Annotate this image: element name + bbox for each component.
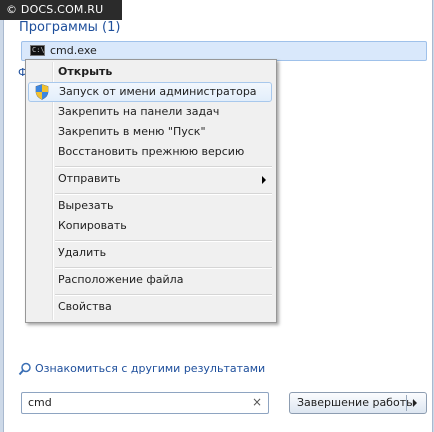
menu-item-label: Отправить [58,172,121,185]
watermark: © DOCS.COM.RU [0,0,122,20]
menu-item-open[interactable]: Открыть [28,62,272,82]
menu-item-pin-taskbar[interactable]: Закрепить на панели задач [28,102,272,122]
menu-separator [55,294,272,296]
menu-item-copy[interactable]: Копировать [28,216,272,236]
menu-item-send-to[interactable]: Отправить [28,169,272,189]
menu-item-file-location[interactable]: Расположение файла [28,270,272,290]
context-menu: Открыть Запуск от имени администратора З… [25,59,277,323]
menu-item-properties[interactable]: Свойства [28,297,272,317]
clear-search-icon[interactable]: × [252,395,262,409]
submenu-arrow-icon [262,176,266,184]
cmd-icon: C:\ [30,45,45,56]
search-value: cmd [28,396,52,409]
menu-item-restore-version[interactable]: Восстановить прежнюю версию [28,142,272,162]
more-results-label: Ознакомиться с другими результатами [35,362,266,375]
menu-separator [55,193,272,195]
menu-separator [55,166,272,168]
menu-item-pin-start[interactable]: Закрепить в меню "Пуск" [28,122,272,142]
menu-item-cut[interactable]: Вырезать [28,196,272,216]
programs-header: Программы (1) [19,20,121,35]
search-input[interactable]: cmd × [21,392,269,414]
menu-item-run-as-admin[interactable]: Запуск от имени администратора [28,82,272,102]
shutdown-label: Завершение работы [297,396,415,409]
program-label: cmd.exe [50,44,97,57]
menu-item-label: Запуск от имени администратора [59,85,257,98]
search-icon [18,362,31,376]
uac-shield-icon [35,84,49,100]
menu-separator [55,240,272,242]
shutdown-options-arrow-icon[interactable] [413,399,417,407]
shutdown-button[interactable]: Завершение работы [289,392,427,414]
shutdown-divider [406,395,407,411]
program-item-cmd[interactable]: C:\ cmd.exe [21,41,427,61]
menu-separator [55,267,272,269]
menu-item-delete[interactable]: Удалить [28,243,272,263]
